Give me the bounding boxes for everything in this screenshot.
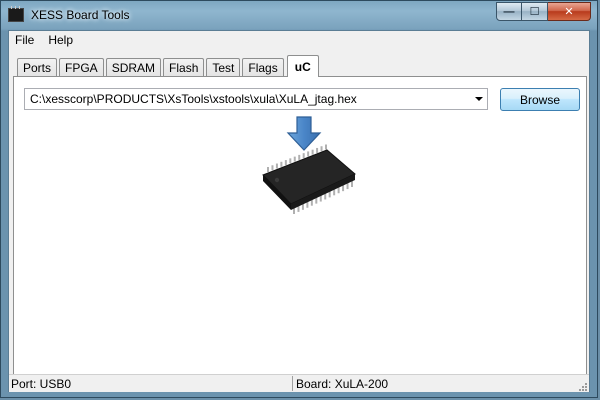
- chip-pin: [325, 144, 327, 150]
- chip-pin: [293, 156, 296, 162]
- menu-file[interactable]: File: [9, 31, 41, 50]
- chip-pin: [315, 197, 318, 204]
- client-area: File Help Ports FPGA SDRAM Flash Test Fl…: [8, 30, 590, 392]
- chip-pin: [319, 195, 322, 202]
- tab-uc[interactable]: uC: [286, 55, 319, 77]
- hex-file-path: C:\xesscorp\PRODUCTS\XsTools\xstools\xul…: [30, 92, 357, 106]
- tab-sdram[interactable]: SDRAM: [105, 58, 162, 77]
- chip-pin: [284, 160, 287, 166]
- chip-pin: [337, 187, 340, 194]
- tab-flash[interactable]: Flash: [163, 58, 205, 77]
- chip-pin: [351, 181, 353, 187]
- tab-strip: Ports FPGA SDRAM Flash Test Flags uC: [17, 55, 321, 77]
- menu-help[interactable]: Help: [41, 31, 80, 50]
- close-button[interactable]: ✕: [548, 2, 591, 21]
- chip-pin: [320, 146, 323, 152]
- resize-grip[interactable]: [576, 380, 587, 391]
- chip-pin: [267, 167, 269, 172]
- title-bar[interactable]: XESS Board Tools — ☐ ✕: [1, 1, 597, 30]
- uc-tab-panel: C:\xesscorp\PRODUCTS\XsTools\xstools\xul…: [13, 76, 587, 376]
- caption-buttons: — ☐ ✕: [496, 2, 591, 21]
- dropdown-arrow-icon[interactable]: [475, 97, 483, 101]
- chip-pin: [275, 163, 278, 169]
- status-bar: Port: USB0 Board: XuLA-200: [9, 374, 589, 392]
- menu-bar: File Help: [9, 31, 589, 50]
- browse-button[interactable]: Browse: [500, 88, 580, 111]
- tab-fpga[interactable]: FPGA: [59, 58, 104, 77]
- app-chip-icon: [8, 6, 24, 22]
- chip-pin: [302, 153, 305, 159]
- chip-pin: [324, 193, 327, 200]
- tab-flags[interactable]: Flags: [242, 58, 284, 77]
- chip-pin: [328, 191, 331, 198]
- maximize-button[interactable]: ☐: [522, 2, 548, 21]
- hex-file-combobox[interactable]: C:\xesscorp\PRODUCTS\XsTools\xstools\xul…: [24, 88, 488, 110]
- chip-pin: [271, 165, 274, 171]
- status-divider: [292, 376, 293, 391]
- microcontroller-chip-icon[interactable]: [249, 142, 369, 232]
- app-window: XESS Board Tools — ☐ ✕ File Help Ports F…: [0, 0, 598, 398]
- chip-pin: [311, 149, 314, 155]
- tab-ports[interactable]: Ports: [17, 58, 58, 77]
- tab-test[interactable]: Test: [206, 58, 241, 77]
- chip-pin: [301, 203, 304, 210]
- chip-pin: [298, 154, 301, 160]
- status-board: Board: XuLA-200: [296, 377, 389, 391]
- chip-pin: [342, 185, 345, 192]
- window-title: XESS Board Tools: [31, 8, 130, 22]
- chip-pin: [316, 147, 319, 153]
- chip-pin: [280, 161, 283, 167]
- chip-pin: [346, 183, 349, 190]
- status-port: Port: USB0: [11, 377, 72, 391]
- chip-pin: [310, 199, 313, 206]
- chip-pin: [289, 158, 292, 164]
- chip-pin: [333, 189, 336, 196]
- chip-pin: [306, 201, 309, 208]
- minimize-button[interactable]: —: [496, 2, 522, 21]
- chip-pin: [307, 151, 310, 157]
